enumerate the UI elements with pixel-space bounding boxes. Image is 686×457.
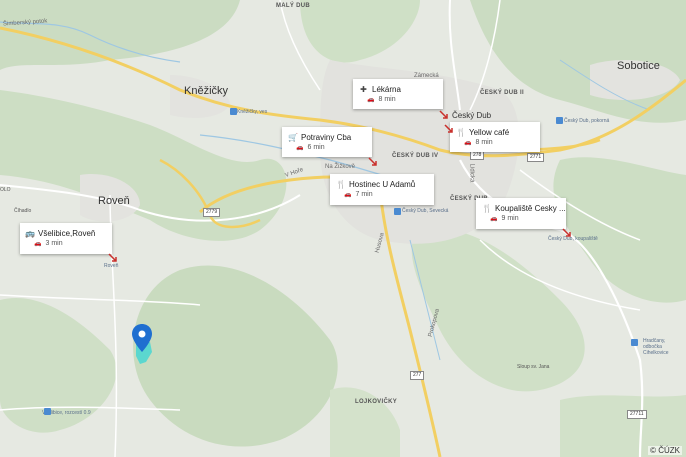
stop-hradcany: Hradčany, odbočka Cihelkovice — [643, 338, 669, 356]
route-arrow-icon[interactable] — [562, 228, 572, 238]
restaurant-icon: 🍴 — [456, 128, 466, 137]
stop-roven: Roveň — [104, 263, 119, 269]
poi-card-yellow-cafe[interactable]: 🍴 Yellow café 🚗 8 min — [450, 122, 540, 152]
poi-card-drive-time: 9 min — [501, 215, 519, 222]
stop-cesky-dub-sevecka: Český Dub, Sevecká — [402, 208, 449, 214]
road-shield: 278 — [470, 151, 485, 160]
route-arrow-icon[interactable] — [368, 157, 378, 167]
route-arrow-icon[interactable] — [439, 110, 449, 120]
place-knezicky: Kněžičky — [184, 85, 229, 97]
car-icon: 🚗 — [367, 97, 375, 103]
road-shield: 27711 — [627, 410, 647, 419]
poi-card-title: Hostinec U Adamů — [349, 180, 416, 189]
poi-card-title: Koupaliště Cesky ... — [495, 204, 566, 213]
place-cesky-dub-iv: ČESKÝ DUB IV — [392, 153, 439, 159]
route-arrow-icon[interactable] — [108, 253, 118, 263]
bus-icon: 🚌 — [25, 229, 35, 238]
poi-card-potraviny-cba[interactable]: 🛒 Potraviny Cba 🚗 6 min — [282, 127, 372, 157]
stop-cesky-dub-koupaliste: Český Dub, koupaliště — [548, 236, 598, 242]
poi-card-vselibice-roven[interactable]: 🚌 Všelibice,Roveň 🚗 3 min — [20, 223, 112, 254]
restaurant-icon: 🍴 — [482, 204, 492, 213]
car-icon: 🚗 — [296, 145, 304, 151]
poi-card-drive-time: 3 min — [45, 240, 63, 247]
poi-cihadlo: Číhadlo — [14, 208, 32, 214]
road-shield: 2771 — [527, 153, 545, 162]
poi-card-title: Lékárna — [372, 85, 401, 94]
poi-card-title: Všelibice,Roveň — [38, 229, 96, 238]
car-icon: 🚗 — [464, 140, 472, 146]
bus-stop-icon[interactable] — [631, 339, 638, 346]
bus-stop-icon[interactable] — [556, 117, 563, 124]
grocery-cart-icon: 🛒 — [288, 133, 298, 142]
label-lidicka: Lidická — [468, 163, 475, 183]
place-roven: Roveň — [98, 195, 130, 207]
poi-card-drive-time: 6 min — [307, 144, 325, 151]
map-view[interactable]: MALÝ DUB Kněžičky Sobotice Český Dub ČES… — [0, 0, 686, 457]
poi-card-title: Yellow café — [469, 128, 510, 137]
place-maly-dub: MALÝ DUB — [276, 3, 311, 9]
poi-card-drive-time: 8 min — [475, 139, 493, 146]
stop-cesky-dub-pokorna: Český Dub, pokorná — [564, 118, 610, 124]
place-cesky-dub: Český Dub — [452, 111, 492, 120]
poi-card-hostinec-u-adamu[interactable]: 🍴 Hostinec U Adamů 🚗 7 min — [330, 174, 434, 205]
label-na-zizkove: Na Žižkově — [325, 164, 356, 170]
car-icon: 🚗 — [344, 192, 352, 198]
map-attribution: © ČÚZK — [648, 446, 682, 455]
location-pin-icon[interactable] — [131, 323, 153, 353]
bus-stop-icon[interactable] — [230, 108, 237, 115]
stop-knezicky-ves: Kněžičky, ves — [237, 109, 268, 115]
poi-card-title: Potraviny Cba — [301, 133, 352, 142]
road-shield: 277 — [410, 371, 425, 380]
poi-card-lekarna[interactable]: ✚ Lékárna 🚗 8 min — [353, 79, 443, 109]
poi-card-drive-time: 7 min — [355, 191, 373, 198]
car-icon: 🚗 — [34, 241, 42, 247]
bus-stop-icon[interactable] — [44, 408, 51, 415]
car-icon: 🚗 — [490, 216, 498, 222]
place-sobotice: Sobotice — [617, 60, 660, 72]
road-shield: 2779 — [203, 208, 221, 217]
pharmacy-icon: ✚ — [360, 85, 367, 94]
poi-card-drive-time: 8 min — [378, 96, 396, 103]
poi-olo: OLO — [0, 187, 11, 193]
route-arrow-icon[interactable] — [444, 124, 454, 134]
place-lojkovicky: LOJKOVIČKY — [355, 399, 398, 405]
place-cesky-dub-ii: ČESKÝ DUB II — [480, 90, 524, 96]
poi-sloup-sv-jana: Sloup sv. Jana — [517, 364, 550, 370]
poi-card-koupaliste[interactable]: 🍴 Koupaliště Cesky ... 🚗 9 min — [476, 198, 566, 229]
bus-stop-icon[interactable] — [394, 208, 401, 215]
restaurant-icon: 🍴 — [336, 180, 346, 189]
